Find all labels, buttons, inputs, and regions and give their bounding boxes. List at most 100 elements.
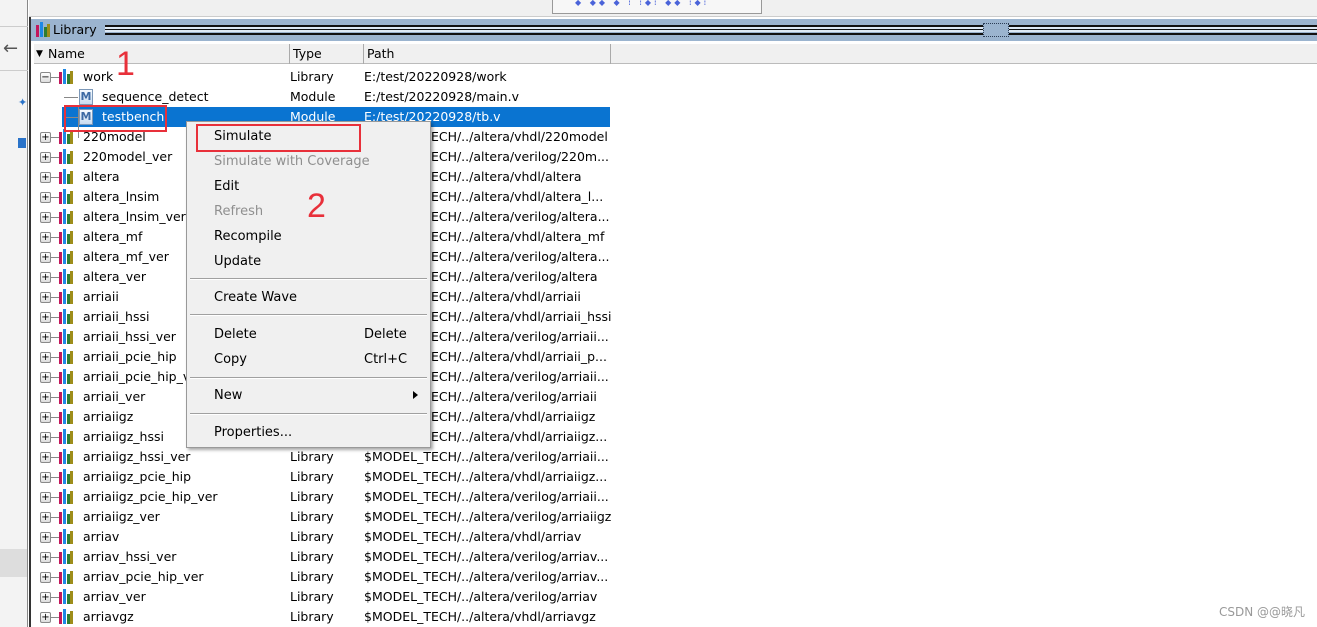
menu-item-new[interactable]: New <box>214 386 424 406</box>
expand-icon[interactable]: + <box>40 432 51 443</box>
expand-icon[interactable]: + <box>40 472 51 483</box>
column-path-label: Path <box>367 46 395 61</box>
window-title: Library <box>53 22 97 37</box>
expand-icon[interactable]: + <box>40 512 51 523</box>
drag-grip-icon[interactable] <box>983 23 1009 37</box>
expand-icon[interactable]: + <box>40 172 51 183</box>
row-path: $MODEL_TECH/../altera/verilog/arriav <box>364 589 598 604</box>
expand-icon[interactable]: + <box>40 532 51 543</box>
column-path[interactable]: Path <box>364 44 611 64</box>
menu-item-label: Update <box>214 254 262 269</box>
expand-icon[interactable]: + <box>40 452 51 463</box>
library-icon <box>35 22 51 38</box>
row-path: $MODEL_TECH/../altera/vhdl/arriaiigz... <box>364 469 608 484</box>
module-icon: M <box>79 89 93 105</box>
row-name: altera_mf_ver <box>83 249 169 264</box>
column-type[interactable]: Type <box>290 44 364 64</box>
library-icon <box>58 189 74 205</box>
row-path: E:/test/20220928/work <box>364 69 507 84</box>
pin-icon[interactable]: ✦ <box>18 96 27 109</box>
row-name: arriaiigz_ver <box>83 509 160 524</box>
row-type: Library <box>290 549 334 564</box>
menu-item-create-wave[interactable]: Create Wave <box>214 288 424 308</box>
table-row[interactable]: + arriaiigz_pcie_hip Library $MODEL_TECH/..… <box>34 467 1317 487</box>
divider <box>0 26 28 27</box>
expand-icon[interactable]: + <box>40 612 51 623</box>
expand-icon[interactable]: + <box>40 272 51 283</box>
expand-icon[interactable]: + <box>40 232 51 243</box>
context-menu: Simulate Simulate with Coverage Edit Refres… <box>186 121 431 448</box>
expand-icon[interactable]: + <box>40 412 51 423</box>
menu-item-label: Copy <box>214 352 247 367</box>
window-titlebar[interactable]: Library <box>31 19 1317 41</box>
expand-icon[interactable]: + <box>40 292 51 303</box>
menu-separator <box>190 413 427 415</box>
back-arrow-icon[interactable]: ← <box>3 38 18 59</box>
expand-icon[interactable]: + <box>40 152 51 163</box>
row-path: $MODEL_TECH/../altera/verilog/arriav... <box>364 569 609 584</box>
collapse-icon[interactable]: − <box>40 72 51 83</box>
library-icon <box>58 549 74 565</box>
table-row[interactable]: + arriavgz Library $MODEL_TECH/../altera/vh… <box>34 607 1317 627</box>
expand-icon[interactable]: + <box>40 252 51 263</box>
row-path: E:/test/20220928/main.v <box>364 89 519 104</box>
expand-icon[interactable]: + <box>40 572 51 583</box>
menu-item-delete[interactable]: Delete Delete <box>214 325 424 345</box>
menu-item-update[interactable]: Update <box>214 252 424 272</box>
library-icon <box>58 429 74 445</box>
menu-item-properties[interactable]: Properties... <box>214 423 424 443</box>
titlebar-stripes <box>105 25 1317 35</box>
sort-arrow-icon[interactable]: ▼ <box>36 44 43 64</box>
row-name: altera_ver <box>83 269 147 284</box>
library-icon <box>58 249 74 265</box>
expand-icon[interactable]: + <box>40 352 51 363</box>
table-row[interactable]: + arriav Library $MODEL_TECH/../altera/vhdl… <box>34 527 1317 547</box>
table-row[interactable]: + arriav_hssi_ver Library $MODEL_TECH/../al… <box>34 547 1317 567</box>
expand-icon[interactable]: + <box>40 392 51 403</box>
row-name: altera_lnsim_ver <box>83 209 186 224</box>
table-row[interactable]: + arriaiigz_ver Library $MODEL_TECH/../alte… <box>34 507 1317 527</box>
library-icon <box>58 509 74 525</box>
library-icon <box>58 369 74 385</box>
expand-icon[interactable]: + <box>40 212 51 223</box>
table-row[interactable]: + arriaiigz_pcie_hip_ver Library $MODEL_TEC… <box>34 487 1317 507</box>
table-row[interactable]: + arriaiigz_hssi_ver Library $MODEL_TECH/..… <box>34 447 1317 467</box>
menu-item-label: Properties... <box>214 425 293 440</box>
menu-item-shortcut: Delete <box>364 327 407 342</box>
library-icon <box>58 589 74 605</box>
row-path: $MODEL_TECH/../altera/vhdl/arriavgz <box>364 609 596 624</box>
annotation-step-1: 1 <box>116 45 135 83</box>
sidebar-highlight <box>0 549 27 577</box>
column-name[interactable]: ▼ Name <box>34 44 290 64</box>
table-row[interactable]: − work Library E:/test/20220928/work <box>34 67 1317 87</box>
menu-item-simulate-with-coverage[interactable]: Simulate with Coverage <box>214 152 424 172</box>
expand-icon[interactable]: + <box>40 552 51 563</box>
row-name: work <box>83 69 114 84</box>
row-path: $MODEL_TECH/../altera/verilog/arriav... <box>364 549 609 564</box>
expand-icon[interactable]: + <box>40 192 51 203</box>
row-name: arriaiigz <box>83 409 134 424</box>
library-icon <box>58 389 74 405</box>
toolbar-wave-buttons[interactable]: ◆ ◆◆ ◆ ⁞ ⁞◆⁞ ◆◆ ⁞◆⁞ <box>552 0 762 14</box>
expand-icon[interactable]: + <box>40 332 51 343</box>
expand-icon[interactable]: + <box>40 132 51 143</box>
library-icon <box>58 469 74 485</box>
row-type: Library <box>290 609 334 624</box>
menu-item-copy[interactable]: Copy Ctrl+C <box>214 350 424 370</box>
expand-icon[interactable]: + <box>40 492 51 503</box>
tree-line <box>64 97 78 98</box>
row-name: arriaiigz_hssi <box>83 429 164 444</box>
table-row[interactable]: + arriav_pcie_hip_ver Library $MODEL_TECH/.… <box>34 567 1317 587</box>
expand-icon[interactable]: + <box>40 592 51 603</box>
expand-icon[interactable]: + <box>40 372 51 383</box>
menu-item-recompile[interactable]: Recompile <box>214 227 424 247</box>
column-header: ▼ Name Type Path <box>34 44 1317 64</box>
expand-icon[interactable]: + <box>40 312 51 323</box>
row-name: arriaiigz_pcie_hip <box>83 469 192 484</box>
row-name: arriaii_pcie_hip <box>83 349 177 364</box>
blue-square-icon <box>18 138 26 148</box>
row-type: Module <box>290 89 336 104</box>
table-row[interactable]: Msequence_detect Module E:/test/20220928/m… <box>34 87 1317 107</box>
table-row[interactable]: + arriav_ver Library $MODEL_TECH/../altera/… <box>34 587 1317 607</box>
annotation-box-testbench <box>64 105 167 132</box>
